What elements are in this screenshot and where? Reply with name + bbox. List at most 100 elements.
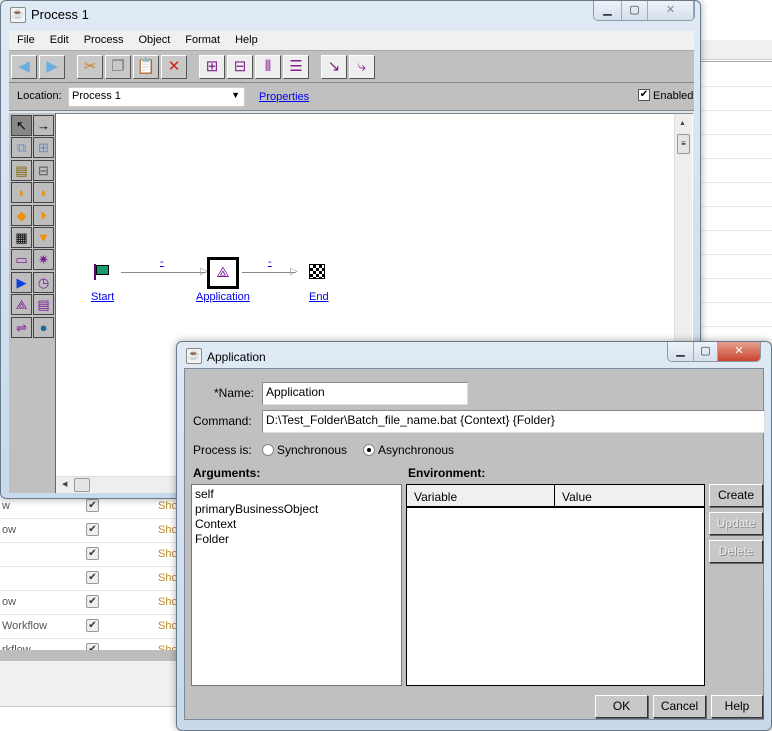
row-column-text: Sho	[158, 500, 178, 512]
flag-icon[interactable]: ▶	[11, 271, 32, 293]
copy-icon[interactable]: ❐	[105, 55, 131, 79]
form-icon[interactable]: ▭	[11, 249, 32, 271]
align-vertical-icon[interactable]: ⊟	[227, 55, 253, 79]
arguments-list[interactable]: self primaryBusinessObject Context Folder	[191, 484, 402, 686]
properties-link[interactable]: Properties	[259, 91, 309, 103]
menu-object[interactable]: Object	[130, 31, 177, 46]
link-label[interactable]: -	[160, 256, 164, 268]
java-icon: ☕	[186, 348, 202, 364]
link-label[interactable]: -	[268, 256, 272, 268]
cancel-button[interactable]: Cancel	[653, 695, 706, 718]
forward-icon[interactable]: ▶	[39, 55, 65, 79]
node-label-start[interactable]: Start	[91, 291, 114, 303]
column-header-value[interactable]: Value	[555, 485, 592, 504]
java-icon: ☕	[10, 7, 26, 23]
menu-file[interactable]: File	[9, 31, 42, 46]
event-icon[interactable]: ✷	[33, 249, 54, 271]
argument-item[interactable]: Folder	[195, 532, 398, 547]
back-icon[interactable]: ◀	[11, 55, 37, 79]
background-table: w✔Shoow✔Sho✔Sho✔Shoow✔ShoWorkflow✔Shorkf…	[0, 495, 180, 731]
table-row[interactable]: ow ✔ Sho	[0, 591, 180, 615]
column-header-variable[interactable]: Variable	[407, 485, 555, 506]
straight-link-icon[interactable]: ↘	[321, 55, 347, 79]
timer-icon[interactable]: ◷	[33, 271, 54, 293]
enabled-label: Enabled	[653, 90, 694, 102]
create-button[interactable]: Create	[709, 484, 763, 507]
paste-icon[interactable]: 📋	[133, 55, 159, 79]
dialog-body: *Name: Application Command: D:\Test_Fold…	[184, 368, 765, 720]
asynchronous-radio[interactable]: Asynchronous	[363, 443, 454, 457]
checkered-flag-icon[interactable]	[309, 264, 325, 279]
argument-item[interactable]: self	[195, 487, 398, 502]
window-title: Process 1	[31, 7, 89, 22]
menu-edit[interactable]: Edit	[42, 31, 76, 46]
elbow-link-icon[interactable]: ⤷	[349, 55, 375, 79]
argument-item[interactable]: primaryBusinessObject	[195, 502, 398, 517]
synchronous-radio[interactable]: Synchronous	[262, 443, 347, 457]
green-flag-icon[interactable]	[94, 264, 110, 280]
delete-button[interactable]: Delete	[709, 540, 763, 563]
row-checkbox[interactable]: ✔	[86, 547, 99, 560]
help-button[interactable]: Help	[711, 695, 763, 718]
application-node[interactable]: ⟁	[207, 257, 239, 289]
delay-icon[interactable]: ◗	[11, 182, 32, 204]
name-field[interactable]: Application	[262, 382, 468, 405]
cut-icon[interactable]: ✂	[77, 55, 103, 79]
pointer-icon[interactable]: ↖	[11, 115, 32, 136]
row-divider	[700, 158, 772, 159]
minimize-button[interactable]: ▁	[668, 342, 694, 361]
transform-icon[interactable]: ⇌	[11, 316, 32, 338]
table-row[interactable]: ✔ Sho	[0, 543, 180, 567]
filter-icon[interactable]: ▼	[33, 227, 54, 248]
tree-link-icon[interactable]: ⊟	[33, 159, 54, 181]
folder-tree-icon[interactable]: ▤	[11, 159, 32, 181]
row-column-text: Sho	[158, 572, 178, 584]
location-dropdown[interactable]: Process 1 ▼	[68, 87, 245, 107]
table-row[interactable]: ✔ Sho	[0, 567, 180, 591]
align-horizontal-icon[interactable]: ⊞	[199, 55, 225, 79]
close-button[interactable]: ✕	[718, 342, 760, 361]
or-gate-icon[interactable]: ◗	[33, 182, 54, 204]
subprocess-tree-icon[interactable]: ⊞	[33, 137, 54, 159]
node-label-end[interactable]: End	[309, 291, 329, 303]
menu-format[interactable]: Format	[177, 31, 227, 46]
row-checkbox[interactable]: ✔	[86, 595, 99, 608]
document-icon[interactable]: ▤	[33, 294, 54, 316]
row-checkbox[interactable]: ✔	[86, 571, 99, 584]
close-button[interactable]: ✕	[648, 1, 694, 20]
row-checkbox[interactable]: ✔	[86, 499, 99, 512]
update-button[interactable]: Update	[709, 512, 763, 535]
maximize-button[interactable]: ▢	[622, 1, 648, 20]
row-checkbox[interactable]: ✔	[86, 619, 99, 632]
minimize-button[interactable]: ▁	[594, 1, 622, 20]
jump-icon[interactable]: ⏵	[33, 204, 54, 226]
radio-icon	[262, 444, 274, 456]
row-divider	[700, 182, 772, 183]
menu-process[interactable]: Process	[76, 31, 131, 46]
application-icon[interactable]: ⟁	[11, 294, 32, 316]
menu-help[interactable]: Help	[227, 31, 265, 46]
decision-icon[interactable]: ◆	[11, 204, 32, 226]
row-divider	[700, 206, 772, 207]
maximize-button[interactable]: ▢	[694, 342, 718, 361]
argument-item[interactable]: Context	[195, 517, 398, 532]
globe-icon[interactable]: ●	[33, 316, 54, 338]
distribute-vertical-icon[interactable]: ☰	[283, 55, 309, 79]
enabled-checkbox[interactable]: ✔	[638, 89, 650, 101]
distribute-horizontal-icon[interactable]: ⫴	[255, 55, 281, 79]
synchronous-label: Synchronous	[277, 443, 348, 457]
table-row[interactable]: ow ✔ Sho	[0, 519, 180, 543]
environment-table[interactable]: Variable Value	[406, 484, 705, 686]
location-value: Process 1	[72, 90, 121, 102]
delete-icon[interactable]: ✕	[161, 55, 187, 79]
subprocess-icon[interactable]: ⧉	[11, 137, 32, 159]
end-flag-icon[interactable]: ▦	[11, 227, 32, 248]
ok-button[interactable]: OK	[595, 695, 648, 718]
row-divider	[700, 278, 772, 279]
process-is-label: Process is:	[193, 443, 252, 457]
node-label-application[interactable]: Application	[196, 291, 250, 303]
command-field[interactable]: D:\Test_Folder\Batch_file_name.bat {Cont…	[262, 410, 765, 433]
row-checkbox[interactable]: ✔	[86, 523, 99, 536]
table-row[interactable]: Workflow ✔ Sho	[0, 615, 180, 639]
arrow-link-icon[interactable]: →	[33, 115, 54, 136]
